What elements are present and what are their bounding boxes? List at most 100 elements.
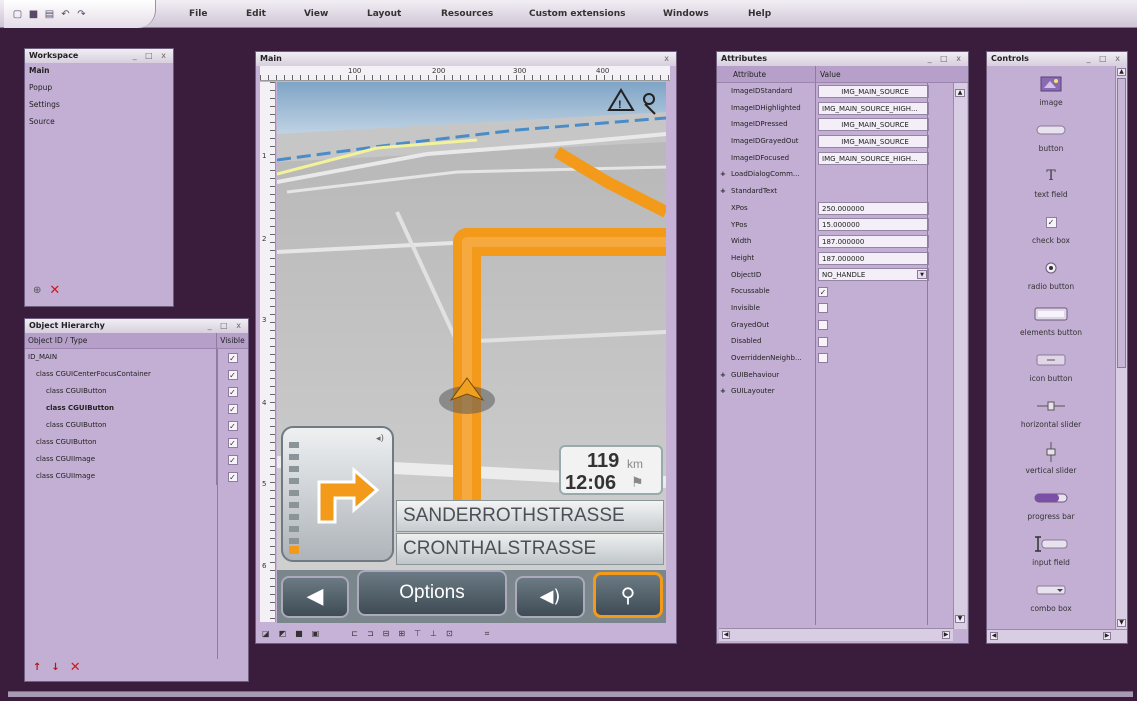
attribute-value[interactable]: IMG_MAIN_SOURCE bbox=[818, 134, 929, 148]
window-buttons[interactable]: _ □ x bbox=[928, 52, 964, 66]
vertical-scrollbar[interactable]: ▲ ▼ bbox=[953, 83, 967, 629]
attribute-value[interactable]: 187.000000 bbox=[818, 251, 929, 265]
move-down-icon[interactable]: ↓ bbox=[51, 662, 59, 673]
workspace-item-source[interactable]: Source bbox=[25, 114, 173, 131]
delete-icon[interactable]: ✕ bbox=[70, 660, 81, 675]
control-text-field[interactable]: Ttext field bbox=[987, 162, 1115, 208]
menu-edit[interactable]: Edit bbox=[246, 0, 266, 28]
control-progress-bar[interactable]: progress bar bbox=[987, 484, 1115, 530]
menu-layout[interactable]: Layout bbox=[367, 0, 401, 28]
menu-windows[interactable]: Windows bbox=[663, 0, 709, 28]
attribute-row[interactable]: + LoadDialogComm... bbox=[717, 166, 968, 184]
menu-resources[interactable]: Resources bbox=[441, 0, 493, 28]
send-back-icon[interactable]: ▣ bbox=[312, 629, 320, 639]
control-horizontal-slider[interactable]: horizontal slider bbox=[987, 392, 1115, 438]
window-buttons[interactable]: _ □ x bbox=[1087, 52, 1123, 66]
horizontal-scrollbar[interactable]: ◀ ▶ bbox=[987, 629, 1127, 643]
visible-checkbox[interactable]: ✓ bbox=[227, 420, 238, 431]
visible-checkbox[interactable]: ✓ bbox=[227, 369, 238, 380]
workspace-item-settings[interactable]: Settings bbox=[25, 97, 173, 114]
hierarchy-row[interactable]: class CGUIButton ✓ bbox=[25, 383, 248, 400]
attribute-value[interactable]: IMG_MAIN_SOURCE_HIGH... bbox=[818, 101, 929, 115]
control-vertical-slider[interactable]: vertical slider bbox=[987, 438, 1115, 484]
expand-icon[interactable]: + bbox=[720, 367, 726, 384]
hierarchy-row[interactable]: class CGUIImage ✓ bbox=[25, 468, 248, 485]
attribute-row[interactable]: + GUIBehaviour bbox=[717, 366, 968, 384]
save-icon[interactable]: ■ bbox=[28, 9, 39, 20]
attribute-row[interactable]: ImageIDHighlighted IMG_MAIN_SOURCE_HIGH..… bbox=[717, 99, 968, 117]
attribute-checkbox[interactable] bbox=[818, 353, 828, 364]
align-left-icon[interactable]: ⊏ bbox=[351, 629, 358, 639]
scroll-thumb[interactable] bbox=[1117, 78, 1126, 368]
visible-checkbox[interactable]: ✓ bbox=[227, 437, 238, 448]
vertical-scrollbar[interactable]: ▲ ▼ bbox=[1115, 66, 1127, 629]
control-image[interactable]: image bbox=[987, 70, 1115, 116]
align-top-icon[interactable]: ⊞ bbox=[398, 629, 405, 639]
menu-help[interactable]: Help bbox=[748, 0, 771, 28]
close-button[interactable]: x bbox=[664, 52, 672, 66]
column-value[interactable]: Value bbox=[815, 66, 931, 82]
attribute-checkbox[interactable] bbox=[818, 336, 828, 347]
menu-custom-extensions[interactable]: Custom extensions bbox=[529, 0, 625, 28]
search-button[interactable]: ⚲ bbox=[593, 572, 663, 618]
scroll-left-icon[interactable]: ◀ bbox=[990, 632, 998, 640]
open-icon[interactable]: ▤ bbox=[44, 9, 55, 20]
attribute-row[interactable]: ImageIDGrayedOut IMG_MAIN_SOURCE bbox=[717, 133, 968, 150]
attribute-row[interactable]: YPos 15.000000 bbox=[717, 216, 968, 234]
control-check-box[interactable]: ✓ check box bbox=[987, 208, 1115, 254]
hierarchy-row[interactable]: class CGUIButton ✓ bbox=[25, 417, 248, 434]
visible-checkbox[interactable]: ✓ bbox=[227, 471, 238, 482]
objectid-combo[interactable]: NO_HANDLE ▼ bbox=[818, 268, 929, 282]
new-icon[interactable]: ▢ bbox=[12, 9, 23, 20]
attribute-row[interactable]: + StandardText bbox=[717, 183, 968, 200]
visible-checkbox[interactable]: ✓ bbox=[227, 403, 238, 414]
attribute-row[interactable]: XPos 250.000000 bbox=[717, 199, 968, 217]
control-combo-box[interactable]: combo box bbox=[987, 576, 1115, 622]
control-elements-button[interactable]: elements button bbox=[987, 300, 1115, 346]
scroll-up-icon[interactable]: ▲ bbox=[1117, 68, 1126, 76]
column-attribute[interactable]: Attribute bbox=[717, 66, 815, 82]
attribute-checkbox[interactable] bbox=[818, 303, 828, 314]
column-object-id[interactable]: Object ID / Type bbox=[25, 333, 216, 348]
control-button[interactable]: button bbox=[987, 116, 1115, 162]
undo-icon[interactable]: ↶ bbox=[60, 9, 71, 20]
attribute-value[interactable]: IMG_MAIN_SOURCE_HIGH... bbox=[818, 151, 929, 165]
attribute-row[interactable]: Invisible bbox=[717, 299, 968, 317]
scroll-down-icon[interactable]: ▼ bbox=[955, 615, 965, 623]
options-button[interactable]: Options bbox=[357, 570, 507, 616]
layer-icon[interactable]: ◪ bbox=[262, 629, 270, 639]
workspace-item-main[interactable]: Main bbox=[25, 63, 173, 80]
attribute-row[interactable]: GrayedOut bbox=[717, 316, 968, 334]
attribute-row[interactable]: ImageIDFocused IMG_MAIN_SOURCE_HIGH... bbox=[717, 149, 968, 167]
scroll-up-icon[interactable]: ▲ bbox=[955, 89, 965, 97]
align-center-icon[interactable]: ⊐ bbox=[367, 629, 374, 639]
visible-checkbox[interactable]: ✓ bbox=[227, 454, 238, 465]
menu-file[interactable]: File bbox=[189, 0, 207, 28]
scroll-left-icon[interactable]: ◀ bbox=[722, 631, 730, 639]
align-right-icon[interactable]: ⊟ bbox=[383, 629, 390, 639]
hierarchy-row[interactable]: ID_MAIN ✓ bbox=[25, 349, 248, 366]
attribute-value[interactable]: 250.000000 bbox=[818, 201, 929, 215]
attribute-checkbox[interactable]: ✓ bbox=[818, 286, 828, 297]
scroll-right-icon[interactable]: ▶ bbox=[942, 631, 950, 639]
attribute-row[interactable]: Width 187.000000 bbox=[717, 233, 968, 250]
add-page-icon[interactable]: ⊕ bbox=[33, 285, 41, 296]
expand-icon[interactable]: + bbox=[720, 183, 726, 200]
design-canvas[interactable]: ! ◂) 119 km 12:06 ⚑ SANDERROTHSTRASSE CR… bbox=[277, 82, 666, 623]
attribute-value[interactable]: 15.000000 bbox=[818, 218, 929, 232]
hierarchy-row[interactable]: class CGUIImage ✓ bbox=[25, 451, 248, 468]
back-button[interactable]: ◀ bbox=[281, 576, 349, 618]
column-visible[interactable]: Visible bbox=[216, 333, 248, 348]
horizontal-scrollbar[interactable]: ◀ ▶ bbox=[719, 628, 953, 641]
volume-button[interactable]: ◀) bbox=[515, 576, 585, 618]
expand-icon[interactable]: + bbox=[720, 166, 726, 183]
distribute-icon[interactable]: ⊡ bbox=[446, 629, 453, 639]
visible-checkbox[interactable]: ✓ bbox=[227, 386, 238, 397]
attribute-row[interactable]: ImageIDStandard IMG_MAIN_SOURCE bbox=[717, 83, 968, 100]
attribute-value[interactable]: IMG_MAIN_SOURCE bbox=[818, 118, 929, 132]
attribute-value[interactable]: 187.000000 bbox=[818, 235, 929, 249]
move-up-icon[interactable]: ↑ bbox=[33, 662, 41, 673]
control-radio-button[interactable]: radio button bbox=[987, 254, 1115, 300]
grid-icon[interactable]: ⌗ bbox=[485, 629, 490, 639]
window-buttons[interactable]: _ □ x bbox=[133, 49, 169, 63]
